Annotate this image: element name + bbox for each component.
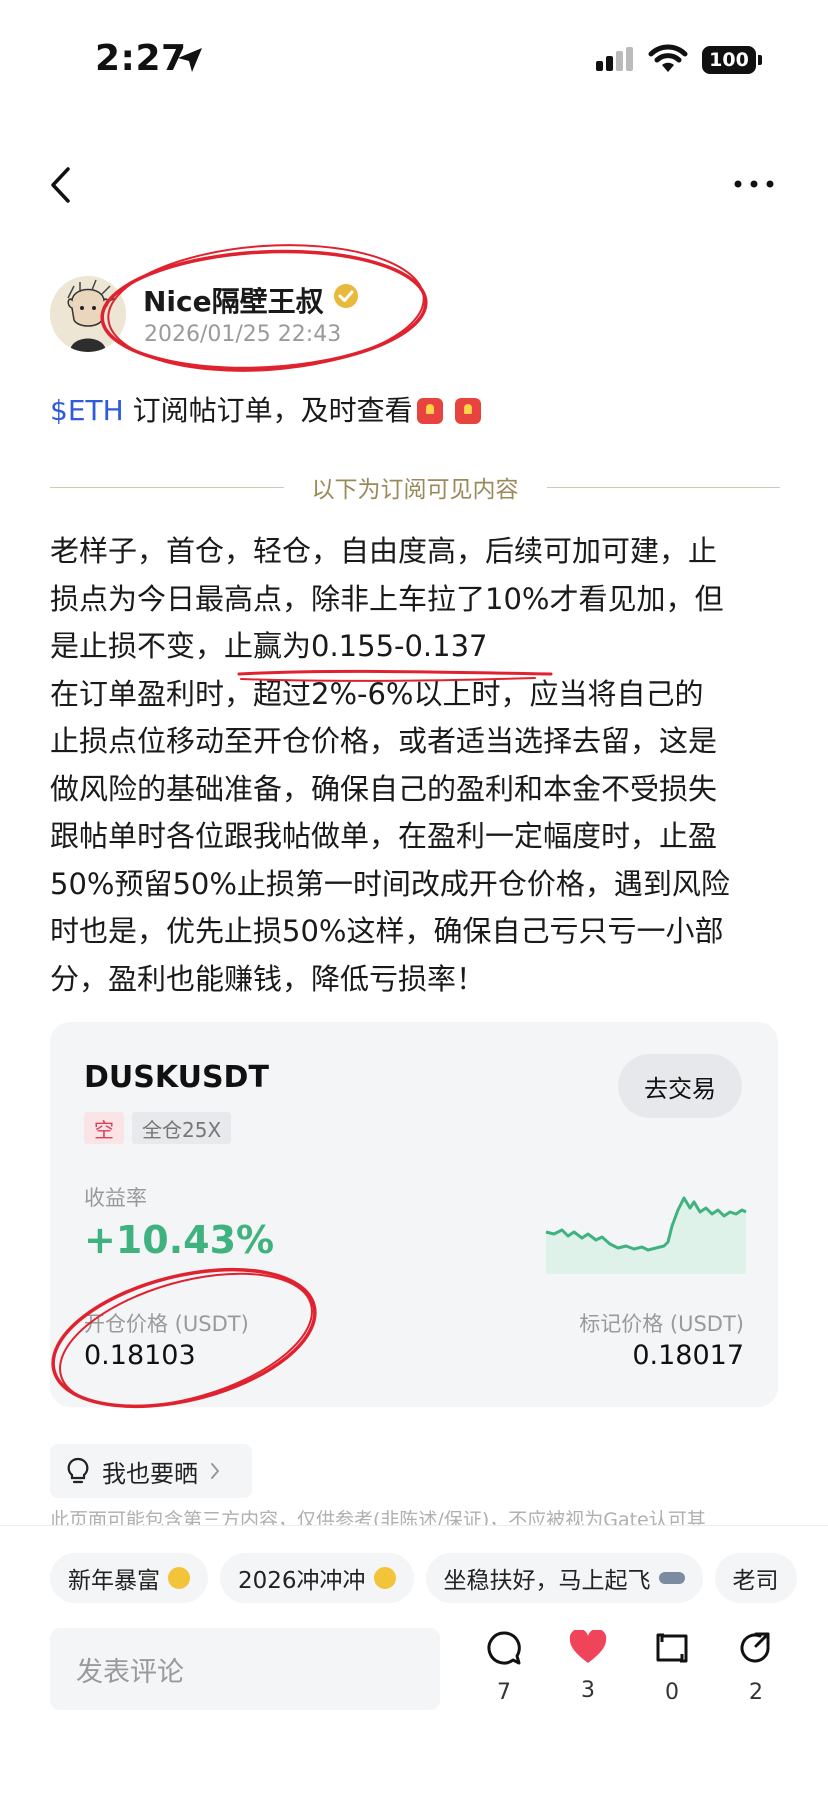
comment-input[interactable]: 发表评论	[50, 1628, 440, 1710]
battery-indicator: 100	[702, 46, 756, 74]
status-time: 2:27	[95, 38, 187, 79]
topic-tag-row: 新年暴富 2026冲冲冲 坐稳扶好，马上起飞 老司	[50, 1553, 828, 1603]
comment-button[interactable]: 7	[474, 1630, 534, 1705]
topic-tag[interactable]: 新年暴富	[50, 1553, 208, 1603]
disclaimer-text: 此页面可能包含第三方内容，仅供参考(非陈述/保证)，不应被视为Gate认可其	[50, 1509, 706, 1527]
back-icon[interactable]	[48, 166, 74, 204]
airplane-emoji-icon	[658, 1572, 685, 1584]
share-arrow-icon	[740, 1632, 770, 1663]
heart-icon	[569, 1628, 607, 1663]
subscription-divider: 以下为订阅可见内容	[50, 470, 780, 504]
red-highlight-oval	[51, 1267, 317, 1409]
topic-tag-label: 2026冲冲冲	[238, 1568, 366, 1594]
share-chip-label: 我也要晒	[102, 1459, 198, 1488]
lightbulb-icon	[67, 1457, 89, 1484]
topic-tag[interactable]: 2026冲冲冲	[220, 1553, 414, 1603]
topic-tag-label: 老司	[732, 1568, 779, 1594]
body-line: 跟帖单时各位跟我帖做单，在盈利一定幅度时，止盈	[50, 819, 718, 853]
mark-price-label: 标记价格 (USDT)	[579, 1312, 744, 1336]
ticker-link[interactable]: $ETH	[50, 394, 124, 427]
post-title: $ETH 订阅帖订单，及时查看	[50, 389, 482, 429]
signal-icon	[596, 47, 633, 71]
yield-value: +10.43%	[84, 1218, 275, 1262]
red-highlight-oval	[100, 244, 428, 372]
share-button[interactable]: 2	[726, 1630, 786, 1705]
mark-price-value: 0.18017	[632, 1340, 744, 1371]
repost-button[interactable]: 0	[642, 1630, 702, 1705]
like-count: 3	[581, 1678, 595, 1703]
topic-tag-label: 新年暴富	[68, 1568, 160, 1594]
side-tag: 空	[84, 1112, 124, 1144]
share-count: 2	[749, 1680, 763, 1705]
body-line: 老样子，首仓，轻仓，自由度高，后续可加可建，止	[50, 534, 718, 568]
siren-icon	[455, 398, 482, 424]
margin-tag: 全仓25X	[132, 1112, 232, 1144]
body-line: 损点为今日最高点，除非上车拉了10%才看见加，但	[50, 581, 724, 616]
topic-tag-label: 坐稳扶好，马上起飞	[443, 1568, 651, 1594]
topic-tag[interactable]: 老司	[714, 1553, 797, 1603]
siren-icon	[416, 398, 443, 424]
more-options-icon[interactable]	[733, 179, 775, 189]
post-body: 老样子，首仓，轻仓，自由度高，后续可加可建，止 损点为今日最高点，除非上车拉了1…	[50, 528, 784, 1003]
price-sparkline	[545, 1196, 747, 1274]
go-trade-button[interactable]: 去交易	[618, 1054, 742, 1118]
like-button[interactable]: 3	[558, 1628, 618, 1703]
repost-count: 0	[665, 1680, 679, 1705]
divider-line	[546, 486, 780, 488]
location-arrow-icon	[178, 48, 202, 72]
body-line: 50%预留50%止损第一时间改成开仓价格，遇到风险	[50, 866, 730, 901]
topic-tag[interactable]: 坐稳扶好，马上起飞	[425, 1553, 703, 1603]
money-face-emoji-icon	[168, 1567, 190, 1589]
yield-label: 收益率	[84, 1186, 147, 1210]
post-title-text: 订阅帖订单，及时查看	[123, 394, 413, 427]
body-line: 是止损不变，止赢为0.155-0.137	[50, 629, 488, 663]
wifi-icon	[648, 44, 688, 72]
position-symbol: DUSKUSDT	[84, 1060, 269, 1095]
share-my-trade-button[interactable]: 我也要晒	[50, 1444, 252, 1498]
chevron-right-icon	[211, 1463, 219, 1479]
divider-line	[50, 486, 284, 488]
body-line: 做风险的基础准备，确保自己的盈利和本金不受损失	[50, 771, 718, 806]
repost-icon	[656, 1633, 688, 1663]
body-line: 止损点位移动至开仓价格，或者适当选择去留，这是	[50, 724, 718, 758]
body-line: 分，盈利也能赚钱，降低亏损率！	[50, 961, 486, 996]
comment-count: 7	[497, 1680, 511, 1705]
red-underline-mark	[237, 669, 553, 682]
subscription-divider-label: 以下为订阅可见内容	[311, 477, 519, 503]
battery-cap	[758, 55, 762, 65]
post-detail-page: 2:27 100 Nice隔壁王叔 2026/01/25 22:43 $ETH …	[0, 0, 828, 1798]
fist-emoji-icon	[373, 1567, 396, 1589]
comment-icon	[487, 1631, 521, 1665]
body-line: 时也是，优先止损50%这样，确保自己亏只亏一小部	[50, 914, 724, 948]
